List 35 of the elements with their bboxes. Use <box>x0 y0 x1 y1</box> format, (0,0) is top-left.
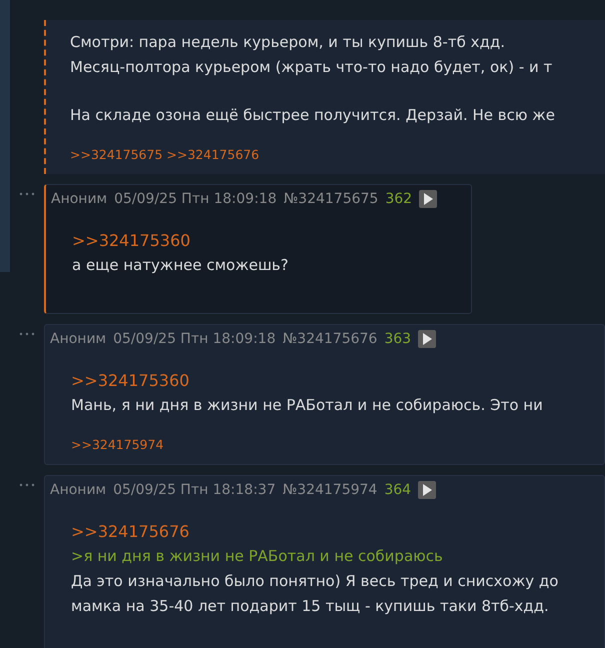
more-icon[interactable] <box>19 332 35 336</box>
more-icon[interactable] <box>19 483 35 487</box>
author-name: Аноним <box>51 191 108 207</box>
backlink[interactable]: >>324175675 <box>70 147 163 162</box>
play-button[interactable] <box>418 330 436 348</box>
post-count: 363 <box>384 331 412 347</box>
play-button[interactable] <box>418 481 436 499</box>
post-number[interactable]: №324175974 <box>282 482 378 498</box>
post-text: Да это изначально было понятно) Я весь тред и снисхожу до <box>71 571 558 592</box>
post-date: 05/09/25 Птн 18:09:18 <box>114 191 277 207</box>
post-count: 364 <box>384 482 412 498</box>
backlink[interactable]: >>324175676 <box>166 147 260 162</box>
author-name: Аноним <box>50 482 106 498</box>
post-count: 362 <box>385 191 412 207</box>
play-icon <box>422 484 432 496</box>
reply-link[interactable]: >>324175676 <box>71 519 190 544</box>
reply-link[interactable]: >>324175360 <box>72 228 190 253</box>
backlink[interactable]: >>324175974 <box>71 437 164 452</box>
play-button[interactable] <box>419 190 438 208</box>
post-number[interactable]: №324175675 <box>284 191 378 207</box>
post-number[interactable]: №324175676 <box>282 331 378 347</box>
post-text: Мань, я ни дня в жизни не РАБотал и не собираюсь. Это ни <box>71 395 543 416</box>
post-date: 05/09/25 Птн 18:09:18 <box>113 331 276 347</box>
more-icon[interactable] <box>19 192 35 196</box>
reply-link[interactable]: >>324175360 <box>71 368 190 393</box>
play-icon <box>422 333 432 345</box>
post-text: Смотри: пара недель курьером, и ты купишь 8-тб хдд. <box>70 32 505 53</box>
post-text: Месяц-полтора курьером (жрать что-то надо будет, ок) - и т <box>70 57 552 78</box>
post-text: а еще натужнее сможешь? <box>72 255 288 276</box>
play-icon <box>423 193 434 205</box>
post-date: 05/09/25 Птн 18:18:37 <box>113 482 276 498</box>
post-text: На складе озона ещё быстрее получится. Дерзай. Не всю же <box>70 105 555 126</box>
post-text: мамка на 35-40 лет подарит 15 тыщ - купишь таки 8тб-хдд. <box>71 596 549 617</box>
quote-text: >я ни дня в жизни не РАБотал и не собираюсь <box>71 546 443 567</box>
author-name: Аноним <box>50 331 106 347</box>
